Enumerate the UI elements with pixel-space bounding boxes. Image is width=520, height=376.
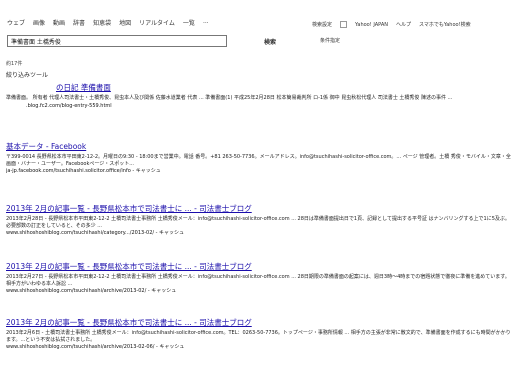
search-button[interactable]: 検索 — [264, 37, 294, 46]
search-result: の日記 準備書面 準備書面。 所有者 代理人司法書士・土橋秀俊、昆虫本人及び関係… — [6, 83, 511, 109]
result-snippet: 2013年2月6日 - 土橋司法書士事務所 土橋秀俊メール：info@tsuch… — [6, 330, 511, 343]
nav-chiebukuro[interactable]: 知恵袋 — [93, 18, 111, 30]
search-settings-link[interactable]: 検索設定 — [312, 21, 332, 28]
settings-checkbox[interactable] — [340, 21, 348, 28]
result-title-link[interactable]: 2013年 2月の記事一覧 - 長野県松本市で司法書士に ... - 司法書士ブ… — [6, 318, 511, 328]
result-snippet: 準備書面。 所有者 代理人司法書士・土橋秀俊、昆虫本人及び関係 佐藤水道業者 代… — [6, 95, 453, 101]
advanced-search-link[interactable]: 条件指定 — [320, 37, 350, 46]
result-title-link[interactable]: 基本データ - Facebook — [6, 142, 511, 152]
results-count: 約17件 — [6, 61, 23, 67]
yahoo-japan-link[interactable]: Yahoo! JAPAN — [355, 22, 388, 28]
search-result: 2013年 2月の記事一覧 - 長野県松本市で司法書士に ... - 司法書士ブ… — [6, 262, 511, 295]
search-input[interactable] — [7, 35, 227, 47]
result-url: www.shihoshoshiblog.com/tsuchihashi/cate… — [6, 230, 185, 237]
result-url: .blog.fc2.com/blog-entry-559.html — [26, 102, 112, 109]
nav-dictionary[interactable]: 辞書 — [73, 18, 85, 30]
help-link[interactable]: ヘルプ — [396, 21, 411, 28]
nav-realtime[interactable]: リアルタイム — [139, 18, 175, 30]
smartphone-link[interactable]: スマホでもYahoo!検索 — [419, 21, 471, 28]
nav-list[interactable]: 一覧 — [183, 18, 195, 30]
search-result: 2013年 2月の記事一覧 - 長野県松本市で司法書士に ... - 司法書士ブ… — [6, 318, 511, 351]
nav-more[interactable]: ... — [203, 18, 209, 30]
search-bar: 検索 条件指定 — [7, 35, 340, 48]
result-snippet: 2013年2月27日 - 長野県松本市平田東2-12-2 土橋司法書士事務所 土… — [6, 274, 510, 287]
nav-images[interactable]: 画像 — [33, 18, 45, 30]
nav-web[interactable]: ウェブ — [7, 18, 25, 30]
search-category-nav: ウェブ 画像 動画 辞書 知恵袋 地図 リアルタイム 一覧 ... — [7, 18, 257, 30]
search-result: 基本データ - Facebook 〒399-0014 長野県松本市平田東2-12… — [6, 142, 511, 175]
result-url: ja-jp.facebook.com/tsuchihashi.solicitor… — [6, 168, 161, 175]
result-title-link[interactable]: 2013年 2月の記事一覧 - 長野県松本市で司法書士に ... - 司法書士ブ… — [6, 204, 511, 214]
search-result: 2013年 2月の記事一覧 - 長野県松本市で司法書士に ... - 司法書士ブ… — [6, 204, 511, 237]
result-title-link[interactable]: の日記 準備書面 — [6, 83, 511, 93]
result-url: www.shihoshoshiblog.com/tsuchihashi/arch… — [6, 344, 185, 351]
result-title-link[interactable]: 2013年 2月の記事一覧 - 長野県松本市で司法書士に ... - 司法書士ブ… — [6, 262, 511, 272]
filter-tools-link[interactable]: 絞り込みツール — [6, 70, 86, 79]
result-snippet: 〒399-0014 長野県松本市平田東2-12-2。月曜日の9:30 - 18:… — [6, 154, 511, 167]
result-url: www.shihoshoshiblog.com/tsuchihashi/arch… — [6, 288, 177, 295]
top-links: 検索設定 Yahoo! JAPAN ヘルプ スマホでもYahoo!検索 — [312, 19, 512, 30]
nav-video[interactable]: 動画 — [53, 18, 65, 30]
nav-map[interactable]: 地図 — [119, 18, 131, 30]
result-snippet: 2013年2月28日 - 長野県松本市平田東2-12-2 土橋司法書士事務所 土… — [6, 216, 510, 229]
